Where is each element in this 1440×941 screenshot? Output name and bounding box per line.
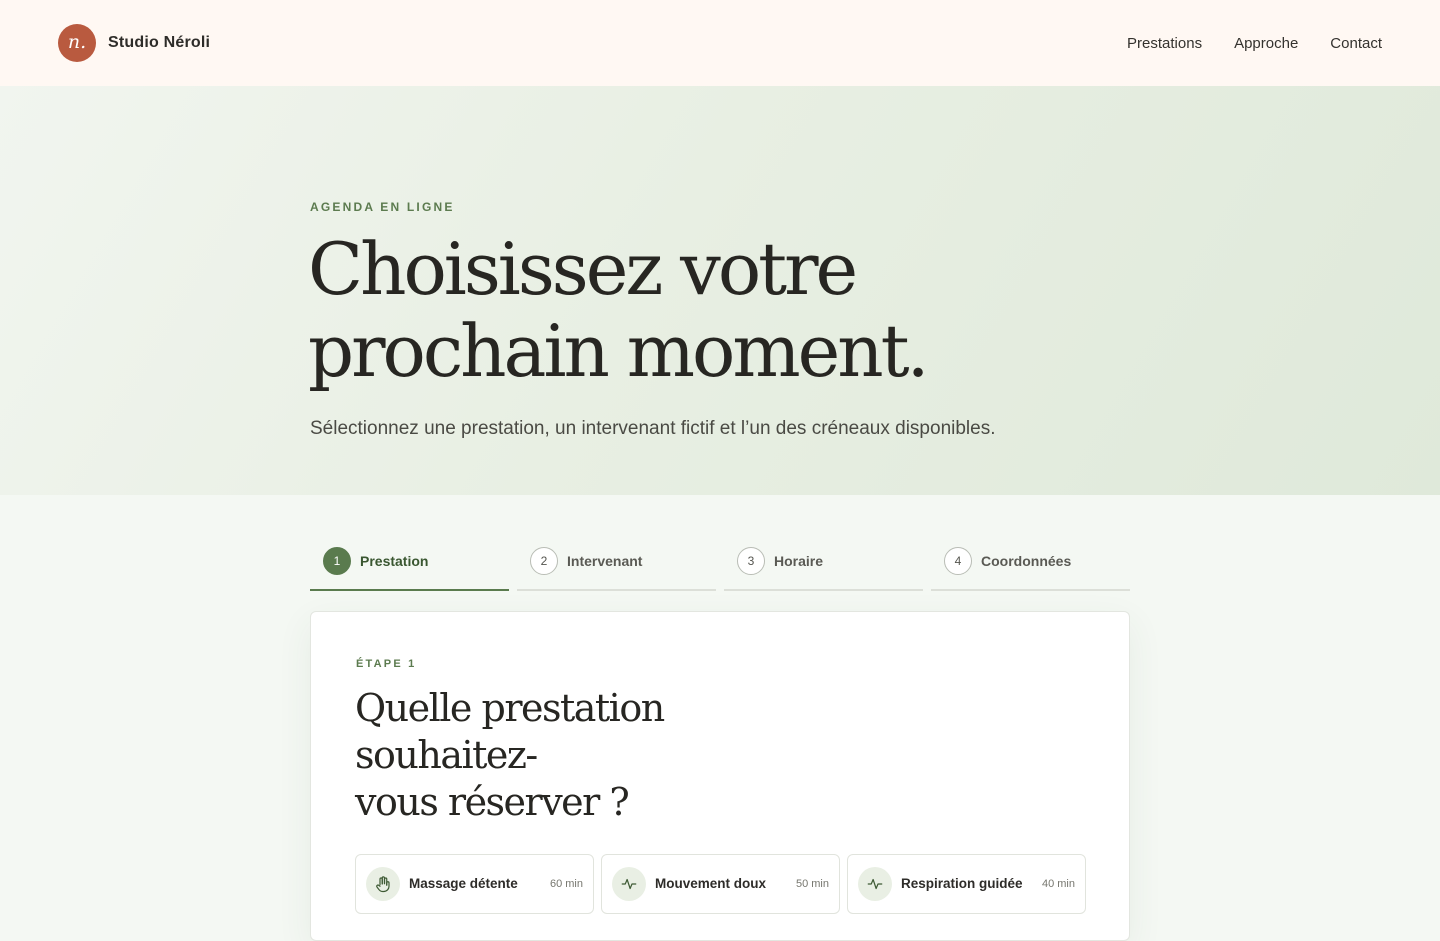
step-coordonnees[interactable]: 4 Coordonnées: [931, 547, 1130, 591]
step-title-line-3: vous réserver ?: [355, 780, 630, 824]
step-card: ÉTAPE 1 Quelle prestation souhaitez- vou…: [310, 611, 1130, 941]
pulse-icon: [612, 867, 646, 901]
service-option-massage[interactable]: Massage détente 60 min: [355, 854, 594, 914]
logo-badge[interactable]: n.: [58, 24, 96, 62]
step-number: 2: [530, 547, 558, 575]
step-number: 3: [737, 547, 765, 575]
hero-section: AGENDA EN LIGNE Choisissez votre prochai…: [0, 86, 1440, 495]
brand-name[interactable]: Studio Néroli: [108, 34, 210, 52]
pulse-icon: [858, 867, 892, 901]
main-nav: Prestations Approche Contact: [1127, 35, 1382, 52]
step-number: 4: [944, 547, 972, 575]
service-option-respiration[interactable]: Respiration guidée 40 min: [847, 854, 1086, 914]
site-header: n. Studio Néroli Prestations Approche Co…: [0, 0, 1440, 86]
step-intervenant[interactable]: 2 Intervenant: [517, 547, 716, 591]
step-label: Prestation: [360, 553, 429, 569]
service-option-mouvement[interactable]: Mouvement doux 50 min: [601, 854, 840, 914]
brand[interactable]: n. Studio Néroli: [58, 24, 210, 62]
service-name: Respiration guidée: [901, 876, 1023, 891]
step-prestation[interactable]: 1 Prestation: [310, 547, 509, 591]
service-name: Massage détente: [409, 876, 518, 891]
service-duration: 40 min: [1041, 878, 1075, 890]
service-duration: 60 min: [549, 878, 583, 890]
booking-stepper: 1 Prestation 2 Intervenant 3 Horaire 4 C…: [310, 547, 1130, 591]
step-label: Coordonnées: [981, 553, 1072, 569]
service-name: Mouvement doux: [655, 876, 767, 891]
nav-link-approche[interactable]: Approche: [1234, 35, 1298, 52]
step-number: 1: [323, 547, 351, 575]
hero-subtitle: Sélectionnez une prestation, un interven…: [310, 418, 996, 439]
hero-title: Choisissez votre prochain moment.: [308, 228, 1208, 392]
service-options: Massage détente 60 min Mouvement doux 50…: [355, 854, 1086, 914]
step-title-line-1: Quelle prestation: [355, 686, 665, 730]
hand-icon: [366, 867, 400, 901]
step-eyebrow: ÉTAPE 1: [356, 658, 417, 670]
nav-link-prestations[interactable]: Prestations: [1127, 35, 1202, 52]
step-label: Horaire: [774, 553, 824, 569]
service-duration: 50 min: [795, 878, 829, 890]
step-title-line-2: souhaitez-: [355, 733, 538, 777]
step-title: Quelle prestation souhaitez- vous réserv…: [355, 685, 715, 826]
hero-title-line-1: Choisissez votre: [308, 227, 858, 311]
step-label: Intervenant: [567, 553, 643, 569]
nav-link-contact[interactable]: Contact: [1330, 35, 1382, 52]
hero-eyebrow: AGENDA EN LIGNE: [310, 200, 455, 214]
step-horaire[interactable]: 3 Horaire: [724, 547, 923, 591]
hero-title-line-2: prochain moment.: [308, 309, 929, 393]
